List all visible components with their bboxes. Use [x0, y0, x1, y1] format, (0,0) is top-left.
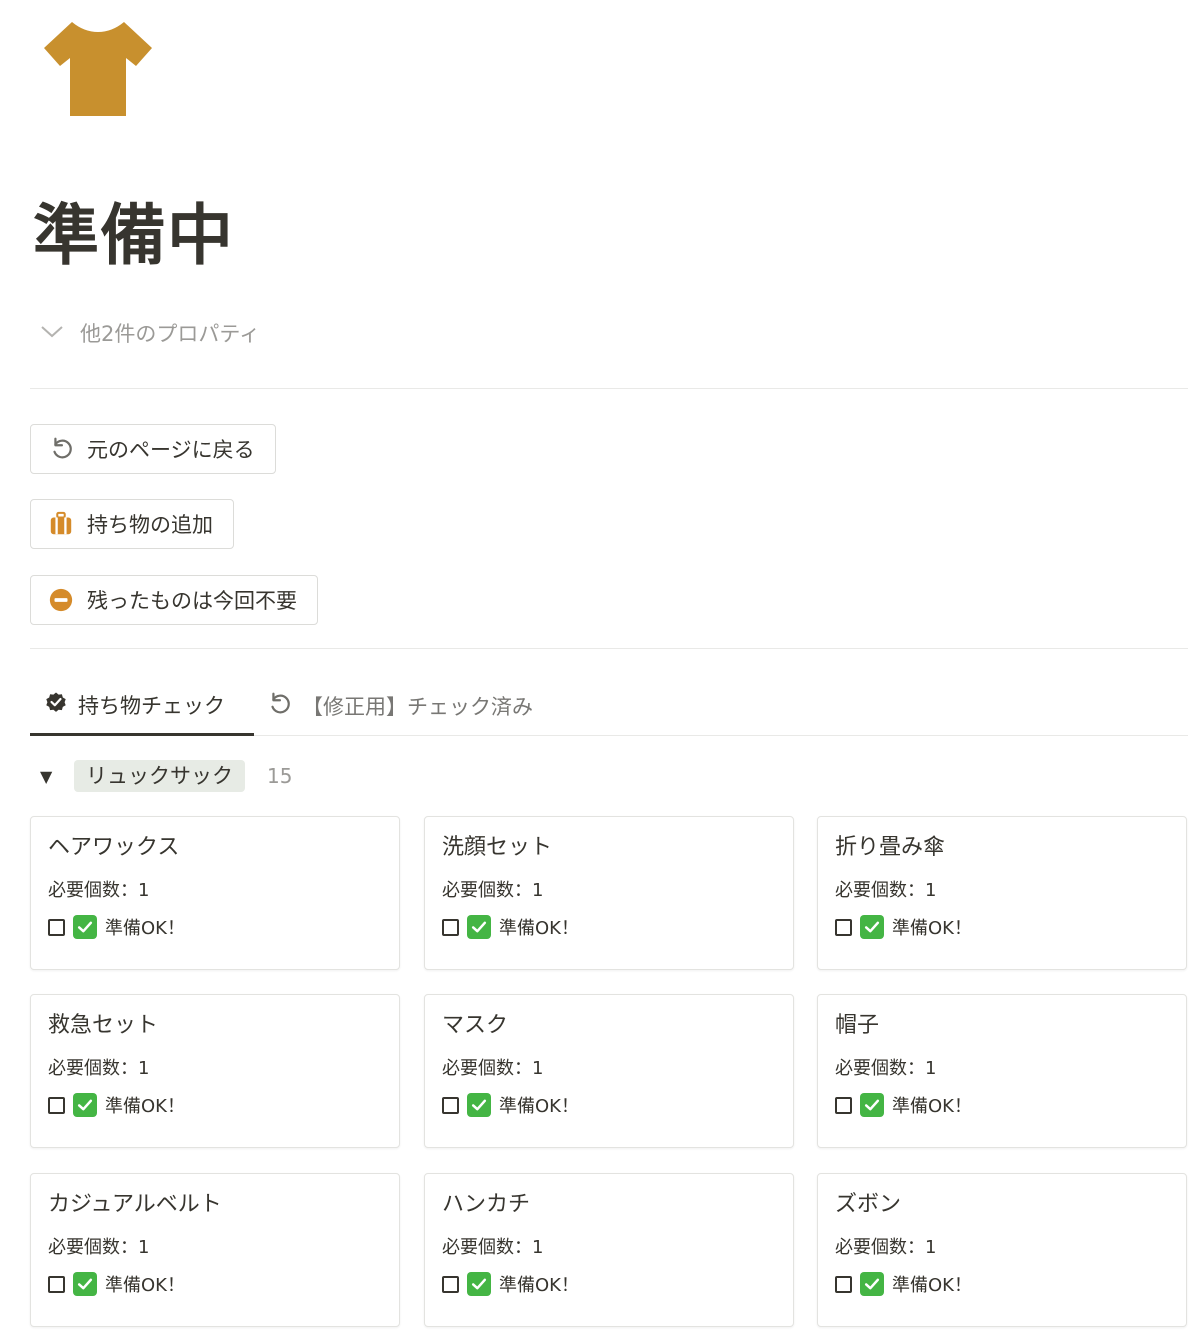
ready-label: 準備OK！: [892, 1096, 972, 1117]
item-card[interactable]: ズボン 必要個数：1 準備OK！: [817, 1173, 1187, 1327]
card-title: 救急セット: [48, 1013, 159, 1038]
ready-checkbox[interactable]: [48, 1275, 65, 1293]
card-quantity: 必要個数：1: [835, 880, 937, 901]
verified-badge-icon: [44, 690, 68, 719]
ready-checkbox[interactable]: [835, 1275, 852, 1293]
check-mark-icon: [467, 915, 491, 939]
button-label: 残ったものは今回不要: [87, 589, 297, 613]
minus-circle-icon: [47, 586, 75, 614]
card-title: ハンカチ: [442, 1192, 531, 1217]
ready-checkbox[interactable]: [442, 918, 459, 936]
item-card[interactable]: カジュアルベルト 必要個数：1 準備OK！: [30, 1173, 400, 1327]
card-ready-check: 準備OK！: [835, 1271, 972, 1297]
ready-checkbox[interactable]: [48, 918, 65, 936]
triangle-down-icon[interactable]: ▼: [40, 767, 60, 786]
button-label: 元のページに戻る: [87, 438, 255, 462]
check-mark-icon: [467, 1272, 491, 1296]
card-title: ズボン: [835, 1192, 902, 1217]
item-card[interactable]: 折り畳み傘 必要個数：1 準備OK！: [817, 816, 1187, 970]
tshirt-icon[interactable]: [40, 18, 156, 118]
group-label: リュックサック: [74, 760, 245, 792]
card-quantity: 必要個数：1: [835, 1058, 937, 1079]
item-card[interactable]: マスク 必要個数：1 準備OK！: [424, 994, 794, 1148]
item-card[interactable]: ハンカチ 必要個数：1 準備OK！: [424, 1173, 794, 1327]
check-mark-icon: [860, 1272, 884, 1296]
back-to-original-page-button[interactable]: 元のページに戻る: [30, 424, 276, 474]
card-quantity: 必要個数：1: [48, 1058, 150, 1079]
card-title: マスク: [442, 1013, 509, 1038]
group-header: ▼ リュックサック 15: [40, 758, 292, 794]
properties-toggle-label: 他2件のプロパティ: [80, 322, 261, 346]
check-mark-icon: [73, 915, 97, 939]
card-ready-check: 準備OK！: [48, 1092, 185, 1118]
undo-icon: [47, 435, 75, 463]
add-item-button[interactable]: 持ち物の追加: [30, 499, 234, 549]
card-ready-check: 準備OK！: [442, 1092, 579, 1118]
ready-checkbox[interactable]: [442, 1275, 459, 1293]
page-title: 準備中: [33, 197, 234, 274]
check-mark-icon: [73, 1272, 97, 1296]
card-ready-check: 準備OK！: [442, 914, 579, 940]
check-mark-icon: [467, 1093, 491, 1117]
ready-label: 準備OK！: [499, 1096, 579, 1117]
ready-label: 準備OK！: [499, 918, 579, 939]
tab-label: 【修正用】チェック済み: [302, 695, 533, 719]
check-mark-icon: [73, 1093, 97, 1117]
ready-checkbox[interactable]: [835, 1096, 852, 1114]
ready-label: 準備OK！: [105, 918, 185, 939]
ready-label: 準備OK！: [892, 918, 972, 939]
card-title: 帽子: [835, 1013, 880, 1038]
tab-label: 持ち物チェック: [78, 693, 225, 718]
card-ready-check: 準備OK！: [835, 914, 972, 940]
chevron-down-icon: [38, 321, 66, 346]
item-card[interactable]: 洗顔セット 必要個数：1 準備OK！: [424, 816, 794, 970]
view-tabs: 持ち物チェック 【修正用】チェック済み: [30, 676, 1188, 736]
card-quantity: 必要個数：1: [835, 1237, 937, 1258]
tab-checked-fix[interactable]: 【修正用】チェック済み: [266, 676, 533, 736]
card-quantity: 必要個数：1: [48, 880, 150, 901]
ready-label: 準備OK！: [499, 1275, 579, 1296]
check-mark-icon: [860, 915, 884, 939]
card-ready-check: 準備OK！: [48, 1271, 185, 1297]
card-title: 折り畳み傘: [835, 835, 946, 860]
group-count: 15: [267, 764, 293, 788]
luggage-icon: [47, 510, 75, 538]
card-quantity: 必要個数：1: [442, 1237, 544, 1258]
ready-checkbox[interactable]: [442, 1096, 459, 1114]
divider: [30, 648, 1188, 649]
card-title: ヘアワックス: [48, 835, 180, 860]
divider: [30, 388, 1188, 389]
card-quantity: 必要個数：1: [442, 1058, 544, 1079]
card-quantity: 必要個数：1: [442, 880, 544, 901]
card-quantity: 必要個数：1: [48, 1237, 150, 1258]
undo-icon: [266, 691, 292, 722]
card-ready-check: 準備OK！: [835, 1092, 972, 1118]
ready-checkbox[interactable]: [48, 1096, 65, 1114]
item-card[interactable]: 救急セット 必要個数：1 準備OK！: [30, 994, 400, 1148]
card-ready-check: 準備OK！: [48, 914, 185, 940]
ready-checkbox[interactable]: [835, 918, 852, 936]
ready-label: 準備OK！: [105, 1096, 185, 1117]
ready-label: 準備OK！: [105, 1275, 185, 1296]
card-ready-check: 準備OK！: [442, 1271, 579, 1297]
item-card[interactable]: ヘアワックス 必要個数：1 準備OK！: [30, 816, 400, 970]
card-title: カジュアルベルト: [48, 1192, 222, 1217]
button-label: 持ち物の追加: [87, 513, 213, 537]
ready-label: 準備OK！: [892, 1275, 972, 1296]
tab-item-check[interactable]: 持ち物チェック: [30, 676, 254, 736]
mark-remaining-unneeded-button[interactable]: 残ったものは今回不要: [30, 575, 318, 625]
card-title: 洗顔セット: [442, 835, 553, 860]
item-card[interactable]: 帽子 必要個数：1 準備OK！: [817, 994, 1187, 1148]
check-mark-icon: [860, 1093, 884, 1117]
properties-toggle[interactable]: 他2件のプロパティ: [38, 316, 260, 350]
